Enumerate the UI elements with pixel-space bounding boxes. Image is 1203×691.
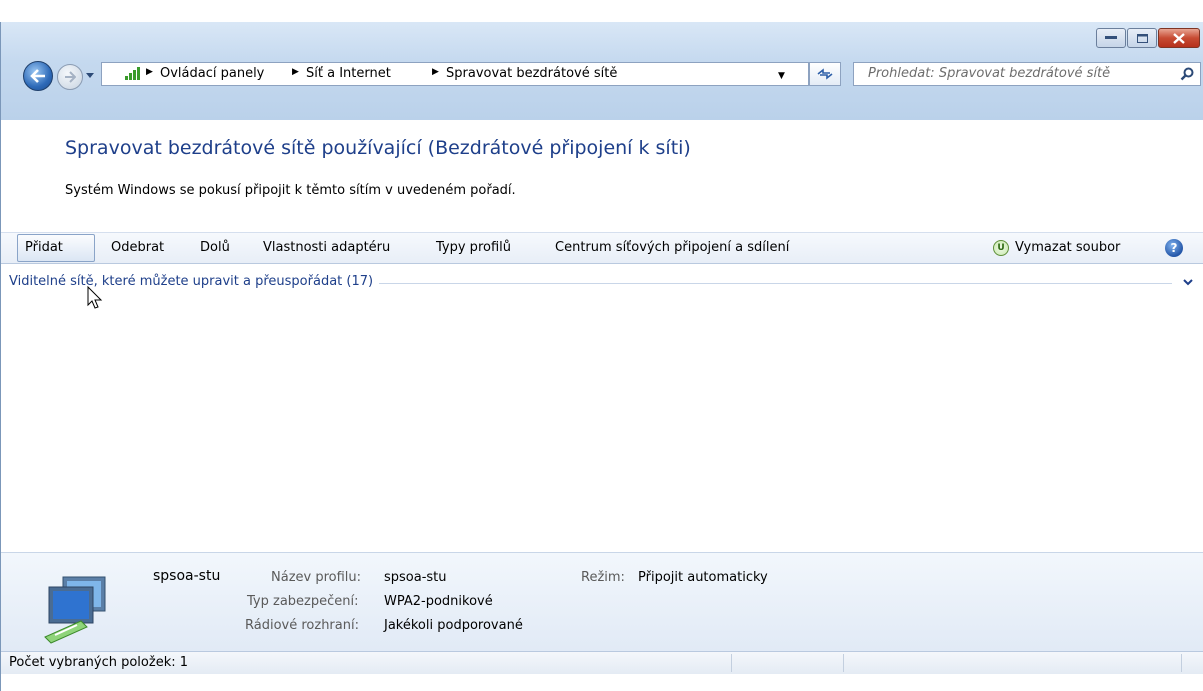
close-button[interactable] xyxy=(1158,28,1200,48)
refresh-icon xyxy=(817,68,833,80)
chevron-down-icon[interactable] xyxy=(1181,275,1195,289)
maximize-icon xyxy=(1136,33,1148,43)
details-pane: spsoa-stu Název profilu: spsoa-stu Režim… xyxy=(1,552,1203,651)
refresh-button[interactable] xyxy=(809,62,841,86)
minimize-icon xyxy=(1105,36,1117,39)
selected-items-count: Počet vybraných položek: 1 xyxy=(9,655,189,670)
maximize-button[interactable] xyxy=(1127,28,1157,48)
status-separator xyxy=(843,654,844,672)
radio-interface-value: Jakékoli podporované xyxy=(384,618,523,633)
profile-name-label: Název profilu: xyxy=(271,570,362,585)
close-icon xyxy=(1173,32,1185,44)
arrow-right-icon xyxy=(65,71,76,83)
security-type-value: WPA2-podnikové xyxy=(384,594,493,609)
breadcrumb-network-internet[interactable]: Síť a Internet xyxy=(306,66,391,81)
network-name: spsoa-stu xyxy=(153,568,221,584)
forward-button[interactable] xyxy=(57,64,83,90)
adapter-properties-button[interactable]: Vlastnosti adaptéru xyxy=(263,233,390,263)
breadcrumb-manage-wireless[interactable]: Spravovat bezdrátové sítě xyxy=(446,66,617,81)
mode-label: Režim: xyxy=(581,570,625,585)
status-separator xyxy=(1181,654,1182,672)
mouse-pointer-icon xyxy=(87,286,103,309)
search-icon[interactable] xyxy=(1180,67,1194,81)
page-title: Spravovat bezdrátové sítě používající (B… xyxy=(65,137,691,159)
add-button[interactable]: Přidat xyxy=(25,233,63,263)
recent-pages-dropdown[interactable] xyxy=(85,70,95,80)
caption-buttons xyxy=(1095,28,1200,48)
chevron-right-icon[interactable]: ▶ xyxy=(432,67,439,77)
status-bar: Počet vybraných položek: 1 xyxy=(1,651,1203,674)
help-icon[interactable]: ? xyxy=(1165,239,1183,257)
radio-interface-label: Rádiové rozhraní: xyxy=(245,618,359,633)
address-dropdown-icon[interactable]: ▼ xyxy=(778,71,785,81)
security-type-label: Typ zabezpečení: xyxy=(247,594,359,609)
search-input[interactable]: Prohledat: Spravovat bezdrátové sítě xyxy=(853,62,1201,86)
wireless-network-icon xyxy=(44,576,106,644)
profile-types-button[interactable]: Typy profilů xyxy=(436,233,511,263)
command-bar: Přidat Odebrat Dolů Vlastnosti adaptéru … xyxy=(1,232,1203,264)
network-center-link[interactable]: Centrum síťových připojení a sdílení xyxy=(555,233,789,263)
network-group-header[interactable]: Viditelné sítě, které můžete upravit a p… xyxy=(1,272,1203,294)
page-subtitle: Systém Windows se pokusí připojit k těmt… xyxy=(65,183,516,198)
delete-file-button[interactable]: Vymazat soubor xyxy=(1015,233,1120,263)
remove-button[interactable]: Odebrat xyxy=(111,233,164,263)
move-down-button[interactable]: Dolů xyxy=(200,233,230,263)
address-box[interactable]: ▶ Ovládací panely ▶ Síť a Internet ▶ Spr… xyxy=(101,62,809,86)
breadcrumb-control-panel[interactable]: Ovládací panely xyxy=(160,66,264,81)
chevron-right-icon[interactable]: ▶ xyxy=(292,67,299,77)
minimize-button[interactable] xyxy=(1096,28,1126,48)
back-button[interactable] xyxy=(23,61,53,91)
chevron-right-icon[interactable]: ▶ xyxy=(146,67,153,77)
navigation-bar: ▶ Ovládací panely ▶ Síť a Internet ▶ Spr… xyxy=(1,58,1203,92)
window-frame: ▶ Ovládací panely ▶ Síť a Internet ▶ Spr… xyxy=(1,22,1203,120)
group-label: Viditelné sítě, které můžete upravit a p… xyxy=(9,274,380,289)
network-signal-icon xyxy=(125,67,140,80)
status-separator xyxy=(731,654,732,672)
arrow-left-icon xyxy=(30,69,45,83)
profile-name-value: spsoa-stu xyxy=(384,570,447,585)
uac-shield-icon: U xyxy=(993,240,1009,256)
explorer-window: ▶ Ovládací panely ▶ Síť a Internet ▶ Spr… xyxy=(0,22,1203,691)
mode-value: Připojit automaticky xyxy=(638,570,768,585)
background-strip xyxy=(0,0,1203,22)
search-placeholder: Prohledat: Spravovat bezdrátové sítě xyxy=(868,66,1111,81)
